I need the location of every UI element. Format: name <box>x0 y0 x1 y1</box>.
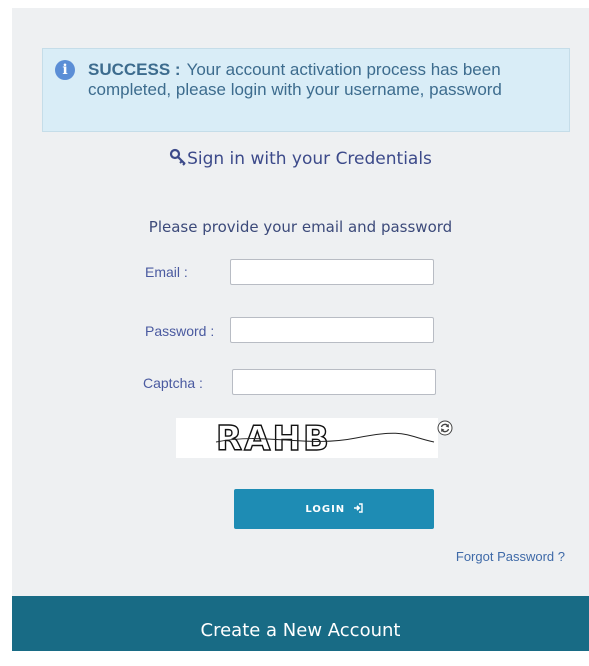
key-icon <box>169 148 186 166</box>
email-label: Email : <box>145 264 188 280</box>
create-account-label: Create a New Account <box>200 620 401 641</box>
signin-title: Sign in with your Credentials <box>187 149 432 169</box>
captcha-text: RAHB <box>216 419 331 458</box>
alert-message: SUCCESS : Your account activation process… <box>88 60 558 100</box>
sign-in-icon <box>353 503 363 513</box>
captcha-graphic: RAHB <box>215 418 435 460</box>
login-button[interactable]: LOGIN <box>234 489 434 529</box>
password-label: Password : <box>145 323 215 339</box>
refresh-icon[interactable] <box>437 420 453 436</box>
signin-heading: Sign in with your Credentials <box>12 148 589 169</box>
login-panel: i SUCCESS : Your account activation proce… <box>12 8 589 651</box>
email-field[interactable] <box>230 259 434 285</box>
captcha-image: RAHB <box>176 418 438 460</box>
login-label: LOGIN <box>305 504 346 515</box>
info-icon: i <box>55 60 75 80</box>
captcha-label: Captcha : <box>143 375 203 391</box>
success-alert: i SUCCESS : Your account activation proce… <box>42 48 570 132</box>
create-account-button[interactable]: Create a New Account <box>12 596 589 651</box>
form-instructions: Please provide your email and password <box>148 218 453 236</box>
forgot-password-link[interactable]: Forgot Password ? <box>456 549 565 564</box>
captcha-field[interactable] <box>232 369 436 395</box>
alert-title: SUCCESS : <box>88 60 181 79</box>
password-field[interactable] <box>230 317 434 343</box>
